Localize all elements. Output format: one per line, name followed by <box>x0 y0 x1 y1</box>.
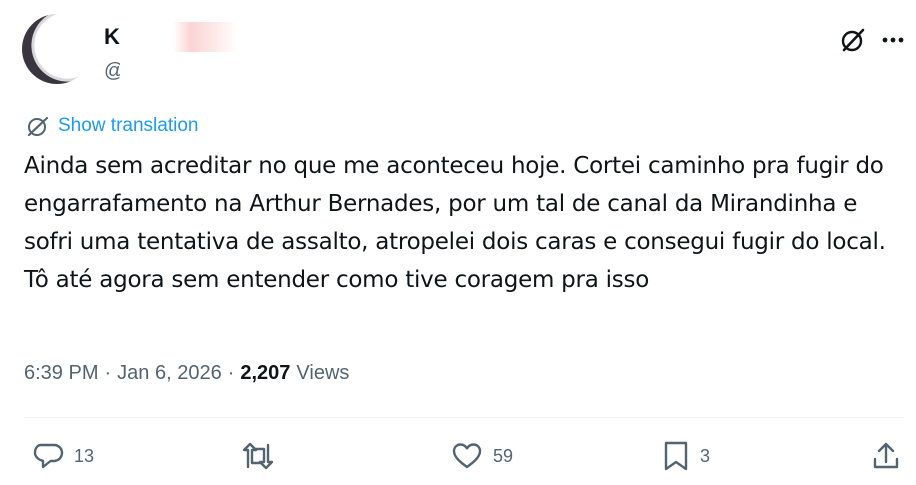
like-count: 59 <box>493 445 514 466</box>
tweet-text: Ainda sem acreditar no que me aconteceu … <box>24 153 886 293</box>
grok-button[interactable] <box>838 25 868 55</box>
like-button[interactable]: 59 <box>451 436 513 476</box>
repost-icon <box>240 440 276 472</box>
grok-icon <box>840 27 866 53</box>
tweet-meta: 6:39 PM · Jan 6, 2026 · 2,207 Views <box>24 362 349 385</box>
reply-icon <box>32 440 64 472</box>
share-icon <box>870 440 902 472</box>
show-translation-link[interactable]: Show translation <box>26 114 198 138</box>
views-label: Views <box>296 362 350 384</box>
tweet-card: K @l Show translation Ainda sem acredita… <box>0 0 916 485</box>
meta-separator: · <box>104 362 112 384</box>
avatar[interactable] <box>22 14 92 84</box>
reply-button[interactable]: 13 <box>32 436 94 476</box>
repost-button[interactable] <box>240 436 276 476</box>
author-name[interactable]: K <box>104 24 120 50</box>
show-translation-label: Show translation <box>58 115 199 136</box>
bookmark-icon <box>662 440 690 472</box>
share-button[interactable] <box>870 436 902 476</box>
translate-icon <box>26 114 50 138</box>
tweet-time[interactable]: 6:39 PM <box>24 362 98 385</box>
views-count[interactable]: 2,207 <box>240 362 290 385</box>
divider <box>24 417 904 418</box>
bookmark-count: 3 <box>700 445 711 466</box>
action-bar: 13 59 3 <box>0 436 916 476</box>
bookmark-button[interactable]: 3 <box>662 436 710 476</box>
heart-icon <box>451 440 483 472</box>
tweet-date[interactable]: Jan 6, 2026 <box>117 362 222 385</box>
meta-separator-2: · <box>227 362 235 384</box>
handle-redaction <box>120 58 230 82</box>
more-icon <box>881 36 905 44</box>
name-redaction <box>120 22 238 52</box>
reply-count: 13 <box>74 445 95 466</box>
more-options-button[interactable] <box>878 25 908 55</box>
